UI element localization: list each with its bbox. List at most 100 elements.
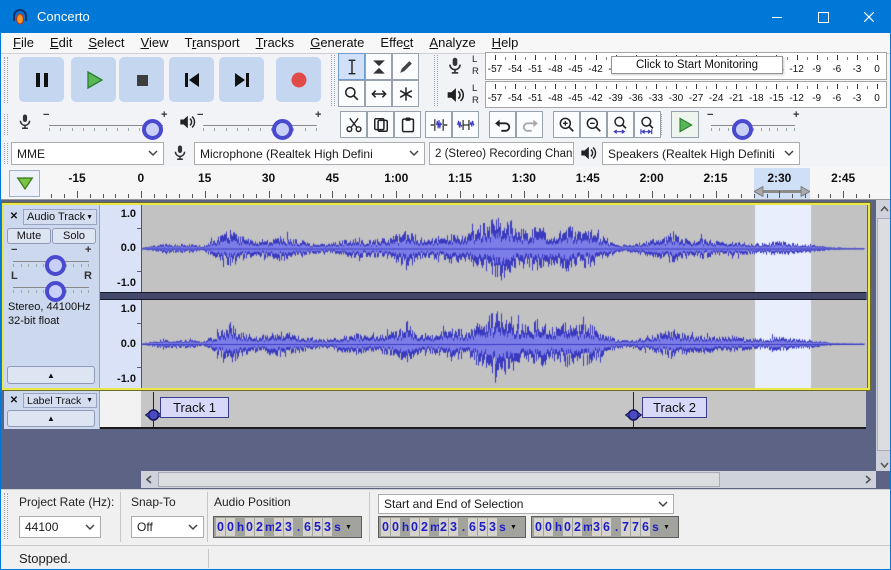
transport-toolbar-grip[interactable] xyxy=(4,57,8,103)
undo-button[interactable] xyxy=(489,111,516,138)
label-marker-icon[interactable] xyxy=(625,404,642,426)
paste-button[interactable] xyxy=(394,111,421,138)
slider-tick xyxy=(711,128,712,131)
time-shift-tool-button[interactable] xyxy=(365,80,392,107)
selection-start-field[interactable]: 0 0 h 0 2 m 2 3. 6 5 3 s ▼ xyxy=(378,516,526,538)
vertical-scale-channel2[interactable]: 1.0 0.0 -1.0 xyxy=(100,300,141,388)
play-speed-slider[interactable] xyxy=(709,119,797,140)
menu-item-select[interactable]: Select xyxy=(80,33,132,53)
menu-item-analyze[interactable]: Analyze xyxy=(421,33,483,53)
selection-tool-button[interactable] xyxy=(338,53,365,80)
skip-to-start-button[interactable] xyxy=(169,57,214,102)
menu-item-transport[interactable]: Transport xyxy=(176,33,247,53)
project-rate-select[interactable]: 44100 xyxy=(19,516,101,538)
vertical-scale-channel1[interactable]: 1.0 0.0 -1.0 xyxy=(100,205,141,292)
slider-thumb[interactable] xyxy=(731,119,753,140)
fit-selection-button[interactable] xyxy=(607,111,634,138)
recording-device-select[interactable]: Microphone (Realtek High Defini xyxy=(194,142,425,165)
track-collapse-button[interactable]: ▲ xyxy=(7,366,95,384)
play-meter-speaker-button[interactable] xyxy=(441,81,469,108)
zoom-tool-button[interactable] xyxy=(338,80,365,107)
title-bar[interactable]: Concerto xyxy=(1,1,890,33)
draw-tool-button[interactable] xyxy=(392,53,419,80)
selection-mode-select[interactable]: Start and End of Selection xyxy=(378,494,674,514)
slider-tick xyxy=(316,128,317,131)
snap-to-select[interactable]: Off xyxy=(131,516,204,538)
waveform-channel1[interactable] xyxy=(141,205,867,292)
slider-tick xyxy=(794,128,795,131)
stop-button[interactable] xyxy=(119,57,164,102)
audio-position-field[interactable]: 0 0 h 0 2 m 2 3. 6 5 3 s ▼ xyxy=(213,516,362,538)
horizontal-scrollbar[interactable] xyxy=(141,471,876,488)
multi-tool-button[interactable] xyxy=(392,80,419,107)
ruler-tick xyxy=(868,194,870,198)
mixer-toolbar-grip[interactable] xyxy=(4,114,8,135)
playback-device-select[interactable]: Speakers (Realtek High Definiti xyxy=(602,142,800,165)
gain-slider[interactable] xyxy=(11,255,91,276)
record-button[interactable] xyxy=(276,57,321,102)
play-at-speed-button[interactable] xyxy=(671,111,699,138)
menu-item-edit[interactable]: Edit xyxy=(42,33,80,53)
fit-project-button[interactable] xyxy=(634,111,661,138)
slider-thumb[interactable] xyxy=(44,255,66,276)
horizontal-scrollbar-thumb[interactable] xyxy=(158,472,720,487)
cut-button[interactable] xyxy=(340,111,367,138)
label-track-title-menu[interactable]: Label Track ▼ xyxy=(23,393,97,408)
skip-to-end-button[interactable] xyxy=(219,57,264,102)
playback-meter[interactable]: -57 -54 -51 -48 -45 -42 -39 -36 -33 -30 -27 -24 -21-… xyxy=(485,81,887,108)
close-button[interactable] xyxy=(846,1,890,33)
zoom-out-button[interactable] xyxy=(580,111,607,138)
menu-item-tracks[interactable]: Tracks xyxy=(248,33,303,53)
play-button[interactable] xyxy=(71,57,116,102)
label-track-area[interactable] xyxy=(141,391,866,429)
maximize-button[interactable] xyxy=(800,1,846,33)
slider-thumb[interactable] xyxy=(141,119,163,140)
silence-audio-button[interactable] xyxy=(452,111,479,138)
zoom-in-button[interactable] xyxy=(553,111,580,138)
selection-end-field[interactable]: 0 0 h 0 2 m 3 6. 7 7 6 s ▼ xyxy=(531,516,679,538)
timefield-dropdown-icon[interactable]: ▼ xyxy=(345,524,352,531)
label-track-close-button[interactable]: ✕ xyxy=(7,393,21,407)
slider-thumb[interactable] xyxy=(44,281,66,302)
menu-item-help[interactable]: Help xyxy=(484,33,527,53)
trim-audio-button[interactable] xyxy=(425,111,452,138)
timefield-dropdown-icon[interactable]: ▼ xyxy=(510,524,517,531)
scroll-up-button[interactable] xyxy=(876,200,890,217)
scroll-right-button[interactable] xyxy=(860,471,876,488)
label-box[interactable]: Track 1 xyxy=(160,397,229,418)
audio-track-title-menu[interactable]: Audio Track ▼ xyxy=(23,209,97,225)
scroll-left-button[interactable] xyxy=(141,471,157,488)
label-box[interactable]: Track 2 xyxy=(642,397,707,418)
envelope-tool-button[interactable] xyxy=(365,53,392,80)
meter-tick xyxy=(836,55,838,60)
vertical-scrollbar-thumb[interactable] xyxy=(877,218,890,451)
menu-item-file[interactable]: File xyxy=(5,33,42,53)
recording-volume-slider[interactable] xyxy=(47,119,165,140)
playback-volume-slider[interactable] xyxy=(201,119,319,140)
record-meter-mic-button[interactable] xyxy=(441,52,469,79)
selection-toolbar-grip[interactable] xyxy=(4,493,8,539)
solo-button[interactable]: Solo xyxy=(52,228,96,244)
pan-slider[interactable] xyxy=(11,281,91,302)
audio-track-close-button[interactable]: ✕ xyxy=(7,209,21,223)
menu-item-generate[interactable]: Generate xyxy=(302,33,372,53)
timefield-dropdown-icon[interactable]: ▼ xyxy=(663,524,670,531)
vertical-scrollbar[interactable] xyxy=(876,200,890,473)
pause-button[interactable] xyxy=(19,57,64,102)
minimize-button[interactable] xyxy=(754,1,800,33)
tools-toolbar-grip[interactable] xyxy=(331,55,335,106)
menu-item-effect[interactable]: Effect xyxy=(372,33,421,53)
mute-button[interactable]: Mute xyxy=(7,228,51,244)
waveform-channel2[interactable] xyxy=(141,300,867,388)
timeline-ruler[interactable]: -15 0 15 30 45 1:00 1:15 1:30 1:45 2:00 2:15 2:30 2:… xyxy=(41,168,876,199)
meter-toolbar-grip[interactable] xyxy=(434,55,438,106)
redo-button[interactable] xyxy=(516,111,543,138)
slider-thumb[interactable] xyxy=(272,119,294,140)
recording-channels-select[interactable]: 2 (Stereo) Recording Channels xyxy=(429,142,574,165)
device-toolbar-grip[interactable] xyxy=(4,143,8,164)
timeline-pin-button[interactable] xyxy=(9,170,40,197)
copy-button[interactable] xyxy=(367,111,394,138)
menu-item-view[interactable]: View xyxy=(133,33,177,53)
audio-host-select[interactable]: MME xyxy=(11,142,164,165)
label-track-collapse-button[interactable]: ▲ xyxy=(7,410,95,427)
